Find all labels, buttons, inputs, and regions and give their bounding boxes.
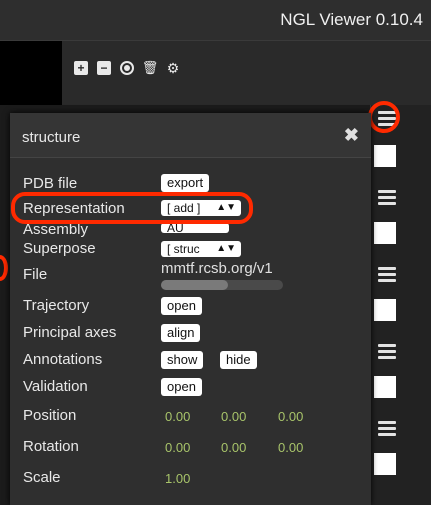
validation-open-button[interactable]: open [161, 378, 202, 396]
color-swatch[interactable] [374, 222, 396, 244]
pdb-file-label: PDB file [23, 175, 78, 192]
annotations-label: Annotations [23, 351, 103, 368]
top-bar: NGL Viewer 0.10.4 [0, 0, 431, 41]
plus-icon[interactable]: + [74, 61, 88, 75]
minus-icon[interactable]: − [97, 61, 111, 75]
color-swatch[interactable] [374, 376, 396, 398]
align-button[interactable]: align [161, 324, 201, 342]
toolbar-area: + − 🗑 ⚙ [62, 41, 431, 105]
menu-icon[interactable] [378, 190, 396, 206]
color-swatch[interactable] [374, 453, 396, 475]
superpose-select[interactable]: [ struc ▲▼ [161, 241, 241, 257]
superpose-select-value: [ struc [167, 242, 200, 256]
panel-title: structure [22, 129, 81, 146]
gears-icon[interactable]: ⚙ [166, 60, 180, 76]
toolbar: + − 🗑 ⚙ [74, 60, 180, 76]
trajectory-open-button[interactable]: open [161, 297, 202, 315]
menu-icon[interactable] [378, 344, 396, 360]
viewport-black-area [0, 41, 62, 105]
menu-icon[interactable] [378, 267, 396, 283]
select-arrow-icon: ▲▼ [216, 243, 236, 254]
file-progress-bar [161, 280, 283, 290]
assembly-select[interactable]: AU [161, 223, 229, 233]
trash-icon[interactable]: 🗑 [142, 60, 159, 75]
show-button[interactable]: show [161, 351, 204, 369]
close-icon[interactable]: ✖ [344, 125, 359, 146]
scale-label: Scale [23, 469, 61, 486]
representation-highlight-annotation [11, 192, 253, 224]
color-swatch[interactable] [374, 299, 396, 321]
file-url: mmtf.rcsb.org/v1 [161, 260, 273, 277]
rotation-x[interactable]: 0.00 [165, 440, 190, 455]
trajectory-label: Trajectory [23, 297, 90, 314]
file-label: File [23, 266, 48, 283]
file-progress-fill [161, 280, 229, 290]
highlight-edge-annotation [0, 255, 8, 281]
rotation-z[interactable]: 0.00 [278, 440, 303, 455]
highlight-circle-annotation [368, 101, 400, 133]
app-title: NGL Viewer 0.10.4 [280, 10, 423, 29]
structure-panel: structure ✖ PDB file export Representati… [10, 113, 371, 505]
target-icon[interactable] [120, 61, 134, 75]
position-label: Position [23, 407, 77, 424]
color-swatch[interactable] [374, 145, 396, 167]
validation-label: Validation [23, 378, 88, 395]
position-x[interactable]: 0.00 [165, 409, 190, 424]
menu-icon[interactable] [378, 421, 396, 437]
export-button[interactable]: export [161, 174, 210, 192]
panel-header: structure ✖ [10, 113, 371, 158]
position-z[interactable]: 0.00 [278, 409, 303, 424]
assembly-select-value: AU [167, 223, 184, 233]
principal-axes-label: Principal axes [23, 324, 117, 341]
position-y[interactable]: 0.00 [221, 409, 246, 424]
hide-button[interactable]: hide [220, 351, 257, 369]
scale-value[interactable]: 1.00 [165, 471, 190, 486]
superpose-label: Superpose [23, 240, 96, 257]
rotation-label: Rotation [23, 438, 79, 455]
rotation-y[interactable]: 0.00 [221, 440, 246, 455]
